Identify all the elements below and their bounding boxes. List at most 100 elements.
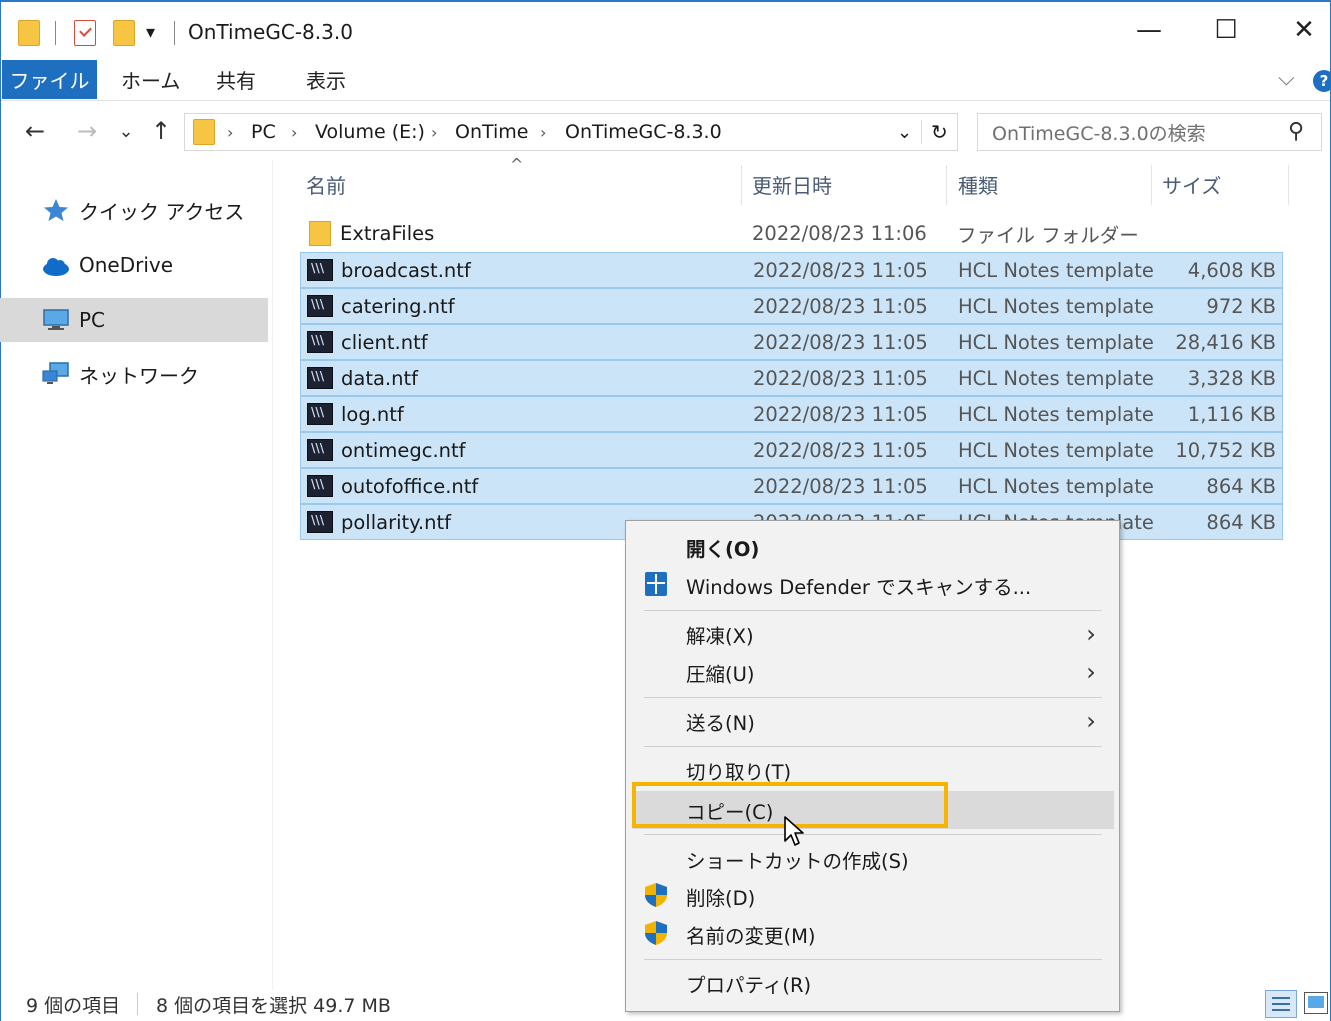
file-row-client[interactable]: client.ntf 2022/08/23 11:05 HCL Notes te… — [300, 324, 1283, 360]
chevron-right-icon[interactable]: › — [431, 114, 437, 150]
forward-button[interactable]: → — [72, 113, 102, 149]
nav-item-network[interactable]: ネットワーク — [0, 352, 268, 396]
menu-item-send-to[interactable]: 送る(N) — [686, 703, 755, 739]
nav-item-pc[interactable]: PC — [0, 298, 268, 342]
file-size: 10,752 KB — [1175, 438, 1276, 462]
menu-item-delete[interactable]: 削除(D) — [686, 878, 755, 914]
search-box[interactable]: OnTimeGC-8.3.0の検索 ⚲ — [977, 113, 1322, 151]
column-header-name[interactable]: 名前 — [306, 165, 346, 203]
file-date: 2022/08/23 11:05 — [753, 294, 928, 318]
menu-item-properties[interactable]: プロパティ(R) — [686, 965, 811, 1001]
tab-file[interactable]: ファイル — [2, 60, 97, 99]
ribbon-expand-icon[interactable]: ⌵ — [1278, 66, 1295, 91]
status-item-count: 9 個の項目 — [26, 994, 121, 1017]
breadcrumb-ontimegc[interactable]: OnTimeGC-8.3.0 — [565, 114, 722, 150]
file-row-data[interactable]: data.ntf 2022/08/23 11:05 HCL Notes temp… — [300, 360, 1283, 396]
search-placeholder[interactable]: OnTimeGC-8.3.0の検索 — [992, 114, 1206, 150]
breadcrumb-volume-e[interactable]: Volume (E:) — [315, 114, 425, 150]
menu-item-extract[interactable]: 解凍(X) — [686, 616, 754, 652]
large-icons-view-icon[interactable] — [1304, 992, 1328, 1014]
file-name: ExtraFiles — [340, 221, 435, 245]
file-date: 2022/08/23 11:05 — [753, 402, 928, 426]
notes-template-icon — [307, 295, 333, 317]
context-menu: 開く(O) Windows Defender でスキャンする... 解凍(X) … — [625, 520, 1120, 1012]
file-row-broadcast[interactable]: broadcast.ntf 2022/08/23 11:05 HCL Notes… — [300, 252, 1283, 288]
chevron-right-icon[interactable]: › — [291, 114, 297, 150]
breadcrumb-ontime[interactable]: OnTime — [455, 114, 529, 150]
column-divider[interactable] — [1288, 165, 1289, 205]
details-view-icon[interactable] — [1265, 990, 1297, 1018]
folder-icon[interactable] — [18, 20, 40, 46]
divider — [55, 21, 56, 45]
minimize-button[interactable]: — — [1124, 10, 1174, 50]
column-header-date[interactable]: 更新日時 — [752, 165, 832, 203]
file-name: ontimegc.ntf — [341, 438, 466, 462]
notes-template-icon — [307, 475, 333, 497]
column-divider[interactable] — [946, 165, 947, 205]
file-date: 2022/08/23 11:06 — [752, 221, 927, 245]
pane-divider — [272, 160, 273, 990]
file-name: client.ntf — [341, 330, 428, 354]
new-folder-icon[interactable] — [113, 20, 135, 46]
nav-item-quick-access[interactable]: クイック アクセス — [0, 188, 268, 232]
nav-label: ネットワーク — [79, 363, 199, 388]
column-header-size[interactable]: サイズ — [1162, 165, 1221, 203]
file-name: catering.ntf — [341, 294, 455, 318]
help-icon[interactable]: ? — [1313, 70, 1331, 92]
column-divider[interactable] — [741, 165, 742, 205]
file-type: HCL Notes template — [958, 438, 1154, 462]
qat-dropdown-icon[interactable]: ▾ — [146, 22, 155, 43]
menu-item-open[interactable]: 開く(O) — [686, 529, 759, 565]
uac-shield-icon — [645, 883, 667, 907]
network-icon — [42, 362, 69, 384]
notes-template-icon — [307, 331, 333, 353]
column-divider[interactable] — [1151, 165, 1152, 205]
folder-icon — [309, 221, 331, 246]
file-row-outofoffice[interactable]: outofoffice.ntf 2022/08/23 11:05 HCL Not… — [300, 468, 1283, 504]
notes-template-icon — [307, 439, 333, 461]
tab-home[interactable]: ホーム — [121, 60, 180, 99]
file-date: 2022/08/23 11:05 — [753, 474, 928, 498]
maximize-button[interactable]: ☐ — [1201, 10, 1251, 50]
breadcrumb-pc[interactable]: PC — [251, 114, 276, 150]
column-header-type[interactable]: 種類 — [958, 165, 998, 203]
address-bar[interactable]: › PC › Volume (E:) › OnTime › OnTimeGC-8… — [184, 113, 958, 151]
star-icon — [44, 199, 68, 221]
file-name: pollarity.ntf — [341, 510, 452, 534]
address-dropdown-icon[interactable]: ⌄ — [897, 114, 912, 150]
menu-item-rename[interactable]: 名前の変更(M) — [686, 916, 816, 952]
file-row-catering[interactable]: catering.ntf 2022/08/23 11:05 HCL Notes … — [300, 288, 1283, 324]
refresh-icon[interactable]: ↻ — [931, 114, 948, 150]
up-button[interactable]: ↑ — [146, 113, 176, 149]
chevron-right-icon[interactable]: › — [540, 114, 546, 150]
file-type: HCL Notes template — [958, 330, 1154, 354]
back-button[interactable]: ← — [20, 113, 50, 149]
tab-view[interactable]: 表示 — [306, 60, 346, 99]
file-row-extrafiles[interactable]: ExtraFiles 2022/08/23 11:06 ファイル フォルダー — [300, 216, 1283, 252]
menu-item-compress[interactable]: 圧縮(U) — [686, 654, 755, 690]
recent-locations-button[interactable]: ⌄ — [111, 113, 141, 149]
file-type: HCL Notes template — [958, 258, 1154, 282]
divider — [137, 993, 138, 1015]
file-size: 972 KB — [1206, 294, 1276, 318]
chevron-right-icon[interactable]: › — [227, 114, 233, 150]
file-date: 2022/08/23 11:05 — [753, 258, 928, 282]
nav-item-onedrive[interactable]: OneDrive — [0, 243, 268, 287]
close-button[interactable]: ✕ — [1279, 10, 1329, 50]
notes-template-icon — [307, 403, 333, 425]
menu-separator — [644, 834, 1102, 835]
file-name: data.ntf — [341, 366, 418, 390]
sort-ascending-icon: ^ — [510, 155, 524, 174]
chevron-right-icon: › — [1086, 707, 1096, 735]
defender-icon — [645, 572, 667, 596]
notes-template-icon — [307, 259, 333, 281]
file-row-ontimegc[interactable]: ontimegc.ntf 2022/08/23 11:05 HCL Notes … — [300, 432, 1283, 468]
chevron-right-icon: › — [1086, 658, 1096, 686]
properties-check-icon[interactable] — [74, 20, 96, 46]
file-type: HCL Notes template — [958, 366, 1154, 390]
file-row-log[interactable]: log.ntf 2022/08/23 11:05 HCL Notes templ… — [300, 396, 1283, 432]
nav-label: PC — [79, 308, 106, 332]
menu-item-defender-scan[interactable]: Windows Defender でスキャンする... — [686, 567, 1031, 603]
tab-share[interactable]: 共有 — [216, 60, 256, 99]
search-icon[interactable]: ⚲ — [1288, 119, 1304, 144]
